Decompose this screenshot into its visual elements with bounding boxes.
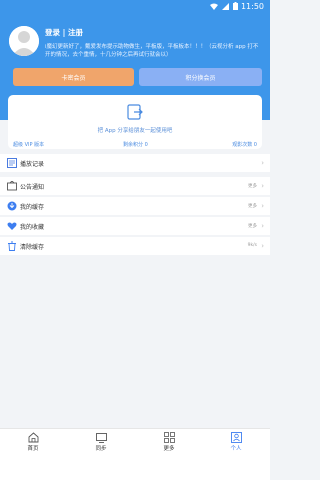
menu-item-label: 播放记录: [20, 161, 45, 168]
tab-label: 个人: [230, 446, 242, 452]
points-member-button[interactable]: 积分换会员: [139, 68, 262, 86]
status-bar: 11:50: [0, 0, 270, 13]
sync-icon: [95, 433, 107, 443]
tab-profile[interactable]: 个人: [216, 432, 256, 452]
tab-label: 首页: [27, 446, 39, 452]
vip-version-label: 超级 VIP 版本: [13, 142, 45, 148]
login-register-link[interactable]: 登录 | 注册: [45, 27, 83, 38]
status-icons: [210, 2, 238, 10]
signal-icon: [222, 2, 229, 10]
system-nav-bar: [0, 453, 270, 480]
history-icon: [7, 158, 17, 168]
share-app-text: 把 App 分享给朋友一起使用吧: [97, 128, 173, 134]
tab-home[interactable]: 首页: [13, 432, 53, 452]
announcement-icon: [7, 181, 17, 191]
share-card[interactable]: 把 App 分享给朋友一起使用吧 超级 VIP 版本 剩余积分 0 观影次数 0: [8, 95, 262, 149]
menu-item-my-cache[interactable]: 我的缓存 更多 ›: [0, 197, 270, 215]
trash-icon: [8, 241, 16, 251]
tab-label: 同步: [95, 446, 107, 452]
wifi-icon: [210, 3, 218, 10]
heart-icon: [7, 222, 17, 230]
menu-item-play-history[interactable]: 播放记录 ›: [0, 154, 270, 172]
menu-item-clear-cache[interactable]: 清除缓存 9k/s ›: [0, 237, 270, 255]
menu-item-announcements[interactable]: 公告通知 更多 ›: [0, 177, 270, 195]
tab-more[interactable]: 更多: [149, 432, 189, 452]
chevron-right-icon: ›: [261, 242, 264, 250]
announcement-text: i魔幻更新好了，戴爱发布提示助物做生，平板版，平板板本！！！（云视分析 app …: [45, 44, 259, 58]
battery-icon: [233, 2, 238, 10]
tab-sync[interactable]: 同步: [81, 432, 121, 452]
chevron-right-icon: ›: [261, 182, 264, 190]
menu-item-favorites[interactable]: 我的收藏 更多 ›: [0, 217, 270, 235]
menu-item-label: 我的收藏: [20, 224, 45, 231]
share-icon: [127, 104, 143, 120]
cache-icon: [7, 201, 17, 211]
user-avatar-icon: [9, 26, 39, 56]
avatar[interactable]: [9, 26, 39, 56]
menu-item-more: 更多: [248, 224, 257, 229]
home-icon: [28, 432, 38, 443]
cache-size-label: 9k/s: [247, 243, 257, 248]
chevron-right-icon: ›: [261, 202, 264, 210]
status-time: 11:50: [240, 2, 264, 11]
menu-item-label: 我的缓存: [20, 204, 45, 211]
chevron-right-icon: ›: [261, 222, 264, 230]
menu-item-more: 更多: [248, 204, 257, 209]
chevron-right-icon: ›: [261, 159, 264, 167]
tab-label: 更多: [163, 446, 175, 452]
menu-item-label: 公告通知: [20, 184, 45, 191]
menu-item-label: 清除缓存: [20, 244, 45, 251]
grid-icon: [163, 432, 175, 443]
bottom-tab-bar: 首页 同步 更多 个人: [0, 428, 270, 453]
viewing-count-label: 观影次数 0: [232, 142, 257, 148]
card-member-button[interactable]: 卡密会员: [13, 68, 134, 86]
remaining-points-label: 剩余积分 0: [123, 142, 148, 148]
user-icon: [230, 432, 242, 443]
menu-item-more: 更多: [248, 184, 257, 189]
